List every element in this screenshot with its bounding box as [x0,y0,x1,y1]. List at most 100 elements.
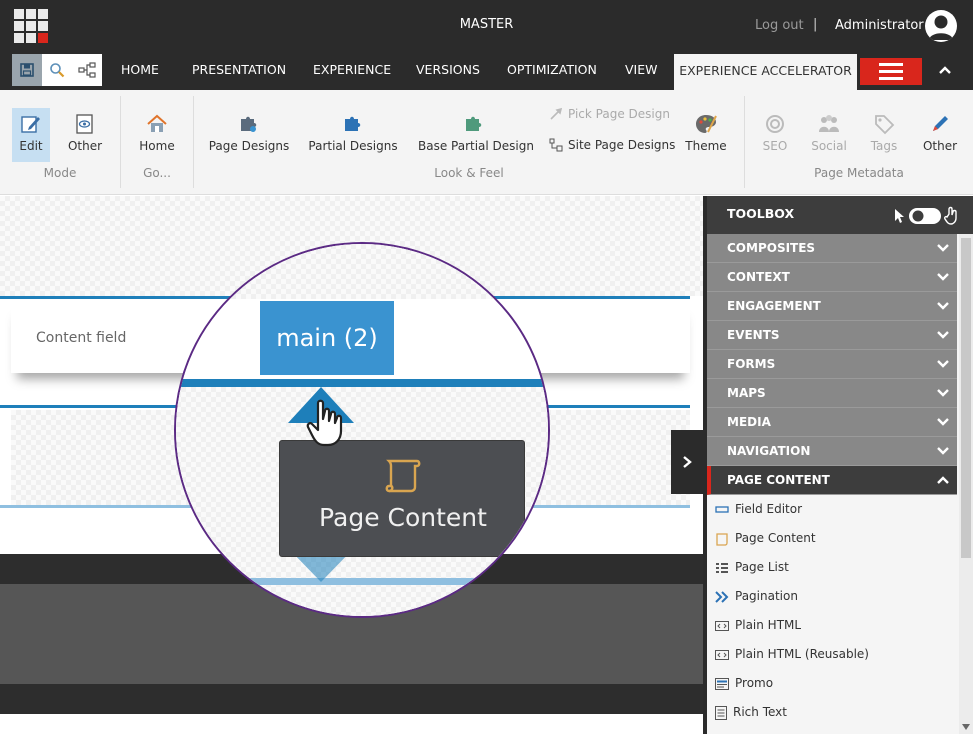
collapse-ribbon-icon[interactable] [937,62,953,78]
user-name[interactable]: Administrator [835,18,924,33]
component-label: Plain HTML [735,618,802,632]
people-icon [819,115,839,132]
component-plain-html[interactable]: Plain HTML [707,611,957,640]
scrollbar-thumb[interactable] [961,238,971,558]
pointer-mode-toggle[interactable] [893,206,965,226]
hamburger-menu-button[interactable] [860,58,922,85]
social-label: Social [811,139,847,153]
toolbox-category-context[interactable]: CONTEXT [707,263,957,292]
tab-versions[interactable]: VERSIONS [416,50,480,90]
page-section [0,714,703,734]
database-title: MASTER [459,17,514,32]
target-icon [766,115,784,133]
toolbox-category-forms[interactable]: FORMS [707,350,957,379]
tags-button[interactable]: Tags [866,110,902,162]
separator: | [813,17,818,32]
component-pagination[interactable]: Pagination [707,582,957,611]
site-page-designs-button[interactable]: Site Page Designs [549,138,675,152]
toolbox-category-composites[interactable]: COMPOSITES [707,234,957,263]
toolbox-scrollbar[interactable] [959,234,973,734]
scroll-down-icon[interactable] [962,724,970,730]
category-label: MEDIA [727,415,771,429]
top-bar: MASTER Log out | Administrator [0,0,973,50]
category-label: FORMS [727,357,776,371]
seo-button[interactable]: SEO [758,110,792,162]
component-field-editor[interactable]: Field Editor [707,495,957,524]
component-label: Plain HTML (Reusable) [735,647,869,661]
toolbox-category-media[interactable]: MEDIA [707,408,957,437]
navigation-tree-icon[interactable] [72,54,102,86]
logout-link[interactable]: Log out [755,18,804,33]
quick-access-bar [12,54,102,86]
edit-button[interactable]: Edit [12,108,50,162]
component-promo[interactable]: Promo [707,669,957,698]
toolbox-list: COMPOSITES CONTEXT ENGAGEMENT EVENTS FOR… [707,234,957,734]
seo-label: SEO [762,139,788,153]
pick-page-design-label: Pick Page Design [568,107,670,121]
puzzle-icon [241,116,257,132]
puzzle-icon [345,116,361,131]
drag-tooltip: Page Content [279,440,525,557]
component-label: Field Editor [735,502,803,516]
toggle-toolbox-button[interactable] [671,430,703,494]
theme-button[interactable]: Theme [684,110,728,162]
component-label: Rich Text [733,705,787,719]
chevron-down-icon [937,389,949,397]
toolbox-category-page-content[interactable]: PAGE CONTENT [707,466,957,495]
code-icon [715,620,729,631]
avatar[interactable] [925,10,957,42]
chevron-down-icon [937,418,949,426]
toolbox-category-engagement[interactable]: ENGAGEMENT [707,292,957,321]
home-button[interactable]: Home [137,110,177,162]
hand-cursor-icon [306,399,343,447]
page-designs-button[interactable]: Page Designs [208,110,290,162]
palette-icon [696,115,717,133]
go-group-label: Go... [143,166,171,180]
hierarchy-icon [549,138,563,152]
tags-label: Tags [870,139,898,153]
pick-page-design-button[interactable]: Pick Page Design [549,107,670,121]
footer-strip [0,684,703,714]
placeholder-label-main[interactable]: main (2) [260,301,394,375]
other-mode-button[interactable]: Other [66,110,104,162]
toolbox-category-events[interactable]: EVENTS [707,321,957,350]
search-icon[interactable] [42,54,72,86]
component-label: Page Content [735,531,816,545]
tab-experience-accelerator[interactable]: EXPERIENCE ACCELERATOR [674,54,857,90]
tab-presentation[interactable]: PRESENTATION [192,50,286,90]
category-label: CONTEXT [727,270,790,284]
base-partial-design-button[interactable]: Base Partial Design [418,110,534,162]
chevron-down-icon [937,244,949,252]
category-label: EVENTS [727,328,780,342]
tab-view[interactable]: VIEW [625,50,658,90]
zoom-magnifier: main (2) Page Content [174,242,550,618]
component-page-content[interactable]: Page Content [707,524,957,553]
component-plain-html-reusable[interactable]: Plain HTML (Reusable) [707,640,957,669]
chevron-down-icon [937,360,949,368]
base-partial-design-label: Base Partial Design [418,139,534,153]
partial-designs-button[interactable]: Partial Designs [308,110,398,162]
tab-experience[interactable]: EXPERIENCE [313,50,391,90]
scroll-icon [716,532,728,546]
page-designs-label: Page Designs [208,139,290,153]
other-metadata-label: Other [922,139,958,153]
toolbox-category-maps[interactable]: MAPS [707,379,957,408]
save-icon[interactable] [12,54,42,86]
home-label: Home [139,139,175,153]
category-label: ENGAGEMENT [727,299,821,313]
toolbox-category-navigation[interactable]: NAVIGATION [707,437,957,466]
code-icon [715,649,729,660]
component-label: Pagination [735,589,798,603]
other-metadata-button[interactable]: Other [920,110,960,162]
scroll-icon [385,459,421,493]
component-rich-text[interactable]: Rich Text [707,698,957,727]
tab-optimization[interactable]: OPTIMIZATION [507,50,597,90]
pencil-icon [933,116,948,131]
tab-home[interactable]: HOME [121,50,159,90]
partial-designs-label: Partial Designs [308,139,398,153]
field-editor-icon [715,505,729,513]
ribbon: Edit Other Mode Home Go... Page Designs … [0,90,973,195]
home-icon [147,114,167,132]
social-button[interactable]: Social [808,110,850,162]
component-page-list[interactable]: Page List [707,553,957,582]
